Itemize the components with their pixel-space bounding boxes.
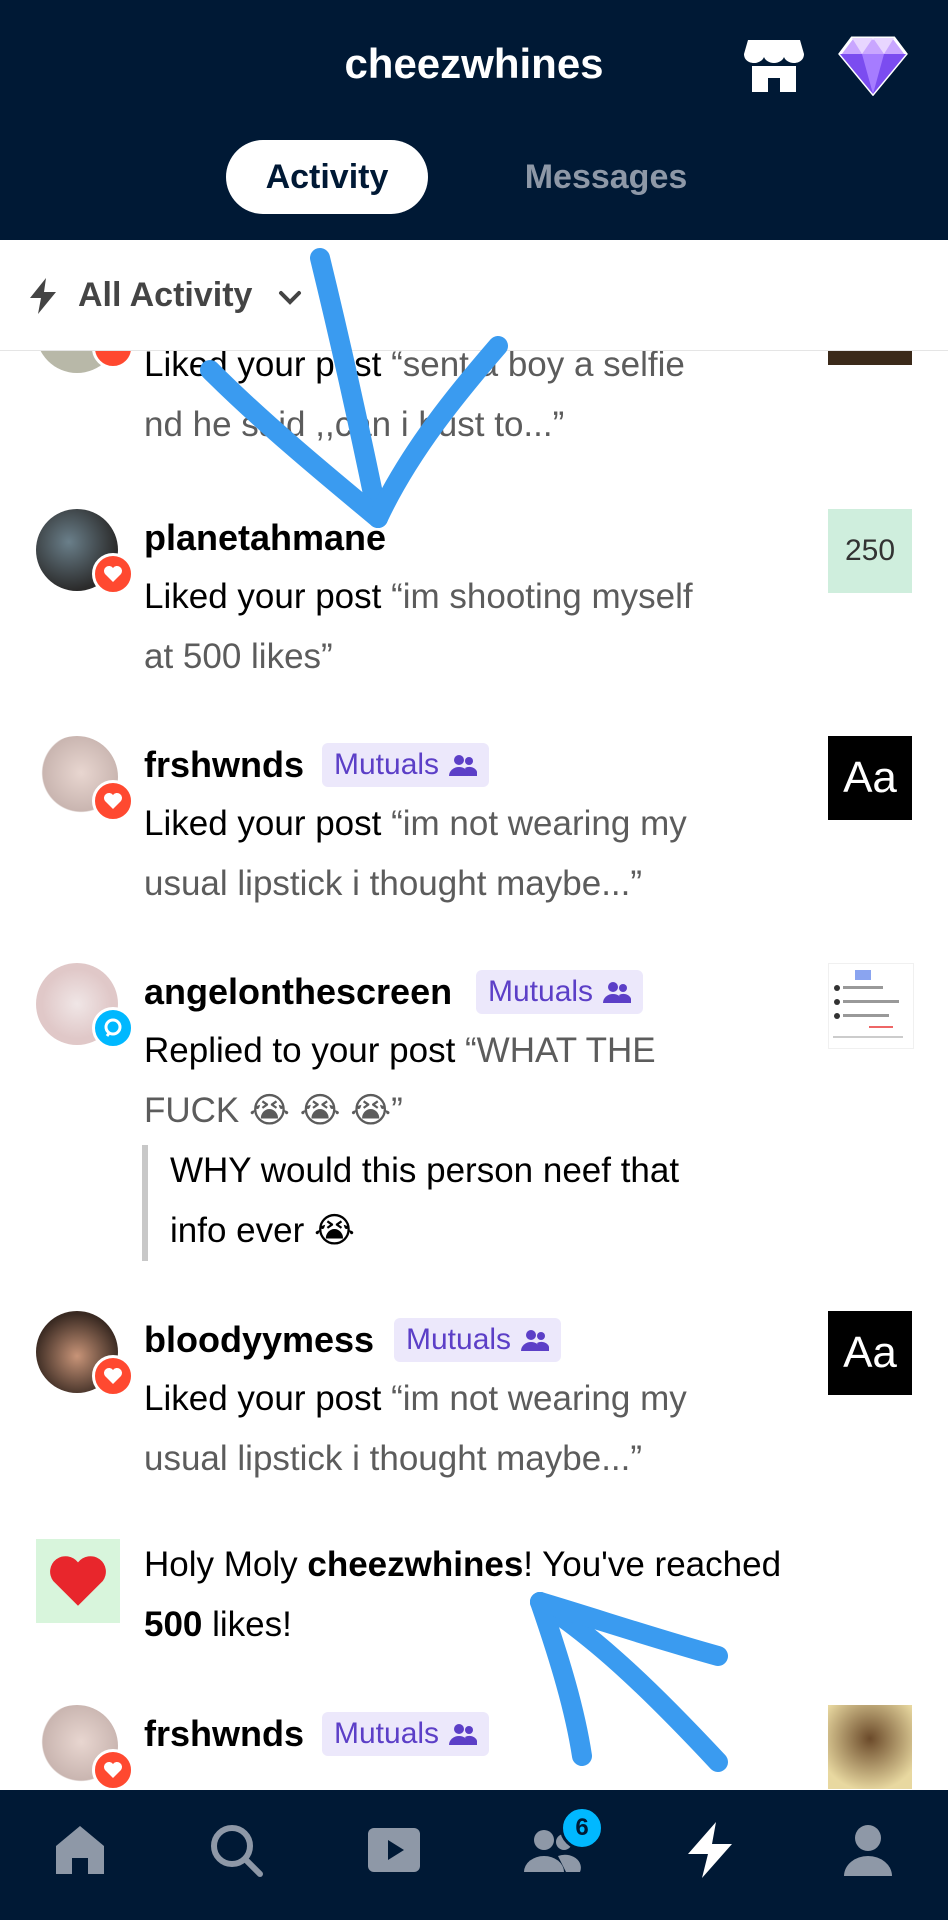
people-icon [449,1724,478,1745]
search-icon[interactable] [206,1820,266,1880]
activity-feed: Liked your post “sent a boy a selfie nd … [0,351,948,1789]
action-text: Liked your post [144,577,392,616]
post-thumbnail[interactable]: Aa [828,736,912,820]
post-thumbnail[interactable]: 250 [828,509,912,593]
username[interactable]: frshwnds [144,744,304,786]
thumbnail-preview [833,970,903,1038]
mutuals-badge: Mutuals [322,1712,490,1756]
heart-icon [104,1762,122,1778]
mutuals-label: Mutuals [334,748,440,781]
username[interactable]: frshwnds [144,1713,304,1755]
people-icon [603,982,632,1003]
milestone-text: Holy Moly cheezwhines! You've reached [144,1545,781,1585]
bottom-navigation: 6 [0,1790,948,1920]
heart-icon [50,1556,106,1606]
activity-text: Liked your post “im shooting myself [144,577,693,617]
post-quote: “sent a boy a selfie [391,351,685,384]
activity-text: Liked your post “im not wearing my [144,804,687,844]
username[interactable]: planetahmane [144,517,386,559]
milestone-post: ! You've reached [523,1545,782,1584]
tab-messages[interactable]: Messages [508,140,704,214]
thumb-text: 250 [844,534,896,567]
like-badge [92,1355,134,1397]
milestone-count: 500 [144,1605,203,1644]
post-thumbnail[interactable] [828,1705,912,1789]
post-quote: “WHAT THE [465,1031,656,1070]
milestone-tail: likes! [202,1605,292,1644]
mutuals-label: Mutuals [334,1717,440,1750]
reply-text-cont: info ever 😭 [170,1211,355,1250]
people-icon [521,1330,550,1351]
tab-activity[interactable]: Activity [226,140,428,214]
mutuals-label: Mutuals [488,975,594,1008]
bolt-icon [30,278,56,314]
gem-icon[interactable] [838,34,908,96]
milestone-pre: Holy Moly [144,1545,308,1584]
like-badge [92,553,134,595]
top-header: cheezwhines Activity Messages [0,0,948,240]
heart-icon [104,566,122,582]
mutuals-label: Mutuals [406,1323,512,1356]
account-icon[interactable] [838,1820,898,1880]
blog-title[interactable]: cheezwhines [0,40,948,88]
mutuals-badge: Mutuals [476,970,644,1014]
reply-text: WHY would this person neef that [170,1151,680,1190]
milestone-blog-name[interactable]: cheezwhines [307,1545,523,1584]
activity-text: Replied to your post “WHAT THE [144,1031,656,1071]
action-text: Replied to your post [144,1031,466,1070]
post-quote: “im not wearing my [391,1379,687,1418]
video-icon[interactable] [364,1820,424,1880]
username[interactable]: angelonthescreen [144,971,452,1013]
activity-text: Liked your post “sent a boy a selfie [144,351,685,385]
like-badge [92,780,134,822]
post-quote-cont: usual lipstick i thought maybe...” [144,1439,643,1478]
mutuals-badge: Mutuals [394,1318,562,1362]
heart-icon [104,1368,122,1384]
username[interactable]: bloodyymess [144,1319,374,1361]
home-icon[interactable] [50,1820,110,1880]
post-thumbnail[interactable] [828,963,914,1049]
post-quote-cont: usual lipstick i thought maybe...” [144,864,643,903]
activity-filter[interactable]: All Activity [0,240,948,351]
people-icon [449,755,478,776]
milestone-icon [36,1539,120,1623]
post-quote: “im not wearing my [391,804,687,843]
reply-badge [92,1007,134,1049]
post-thumbnail[interactable]: Aa [828,1311,912,1395]
thumb-text: Aa [843,753,897,802]
shop-icon[interactable] [744,36,804,94]
post-thumbnail[interactable] [828,351,912,365]
post-quote-cont: nd he said ,,can i bust to...” [144,405,565,444]
activity-text: Liked your post “im not wearing my [144,1379,687,1419]
activity-icon[interactable] [680,1820,740,1880]
thumb-text: Aa [843,1328,897,1377]
action-text: Liked your post [144,351,392,384]
milestone-text-cont: 500 likes! [144,1605,292,1645]
action-text: Liked your post [144,804,392,843]
post-quote: “im shooting myself [391,577,693,616]
like-badge [92,1749,134,1789]
post-quote-cont: at 500 likes” [144,637,333,676]
filter-label: All Activity [78,276,253,314]
heart-icon [104,793,122,809]
action-text: Liked your post [144,1379,392,1418]
post-quote-cont: FUCK 😭 😭 😭” [144,1091,403,1130]
chevron-down-icon [279,291,301,305]
notification-count-badge: 6 [560,1806,604,1850]
mutuals-badge: Mutuals [322,743,490,787]
reply-quote-bar [142,1145,148,1261]
speech-bubble-icon [104,1018,122,1037]
